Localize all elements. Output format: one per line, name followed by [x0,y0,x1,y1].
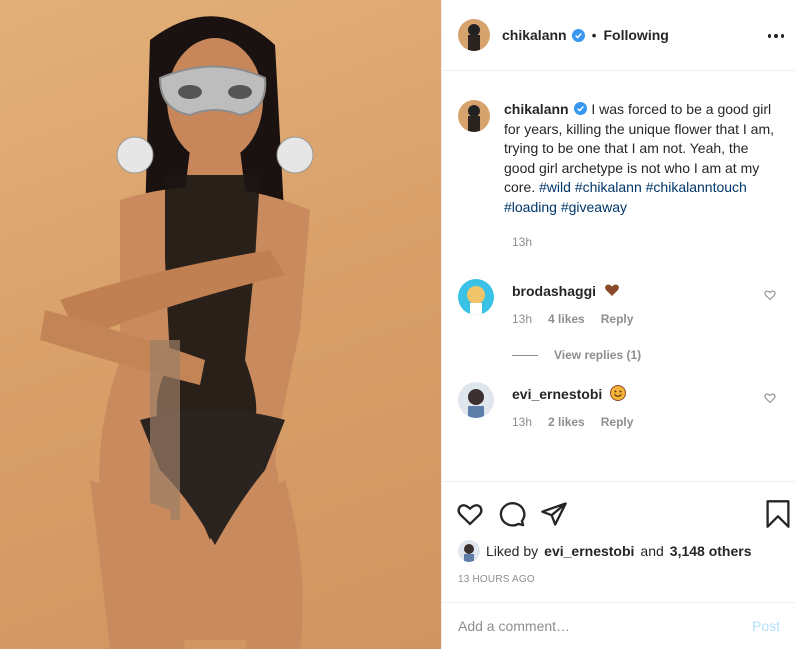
comment-timestamp[interactable]: 13h [512,312,532,326]
liker-avatar[interactable] [458,540,480,562]
comment-timestamp[interactable]: 13h [512,415,532,429]
view-replies-link[interactable]: View replies (1) [512,348,780,362]
comment-like-heart-icon[interactable] [764,289,776,301]
hashtag-link[interactable]: #chikalann [575,179,642,195]
comment-input[interactable] [458,618,752,634]
comment-bubble-icon[interactable] [498,500,526,528]
comment-likes[interactable]: 2 likes [548,415,585,429]
caption-author-avatar[interactable] [458,100,490,132]
commenter-avatar[interactable] [458,382,494,418]
bookmark-icon[interactable] [764,499,792,529]
verified-badge-icon [574,102,588,115]
heart-icon[interactable] [456,500,484,528]
hashtag-link[interactable]: #wild [539,179,571,195]
hashtag-link[interactable]: #giveaway [561,199,627,215]
post-header: chikalann • Following [442,0,795,71]
post-caption: chikalann I was forced to be a good girl… [458,100,780,217]
replies-divider [512,354,538,356]
post-photo[interactable] [0,0,441,649]
post-image [40,16,314,649]
view-replies-label: View replies (1) [554,348,642,362]
comment-username[interactable]: evi_ernestobi [512,386,602,402]
comment-username[interactable]: brodashaggi [512,283,596,299]
liked-by: Liked by evi_ernestobi and 3,148 others [458,540,752,562]
reply-button[interactable]: Reply [601,312,634,326]
following-button[interactable]: Following [604,27,669,43]
liked-by-and: and [640,543,664,559]
hashtag-link[interactable]: #chikalanntouch [646,179,747,195]
post-time-ago[interactable]: 13 HOURS AGO [458,574,535,585]
hashtag-link[interactable]: #loading [504,199,557,215]
caption-timestamp[interactable]: 13h [512,235,532,249]
comment-item: brodashaggi 13h 4 likes Reply [458,279,780,326]
smiling-face-icon [610,385,627,401]
add-comment-bar: Post [442,602,795,649]
post-actions: Liked by evi_ernestobi and 3,148 others … [442,481,795,601]
paper-plane-icon[interactable] [540,500,568,528]
comment-likes[interactable]: 4 likes [548,312,585,326]
more-dots-icon[interactable] [764,24,788,48]
caption-meta: 13h [512,235,780,249]
liked-by-user[interactable]: evi_ernestobi [544,543,634,559]
verified-badge-icon [571,28,585,42]
caption-username[interactable]: chikalann [504,101,569,117]
comments-list[interactable]: chikalann I was forced to be a good girl… [442,72,795,480]
reply-button[interactable]: Reply [601,415,634,429]
post-detail-panel: chikalann • Following chikalann I was fo… [441,0,795,649]
liked-by-others[interactable]: 3,148 others [670,543,752,559]
author-avatar[interactable] [458,19,490,51]
author-username[interactable]: chikalann [502,27,567,43]
follow-separator: • [591,27,597,43]
brown-heart-icon [605,284,619,296]
post-comment-button[interactable]: Post [752,618,780,634]
commenter-avatar[interactable] [458,279,494,315]
comment-item: evi_ernestobi 13h 2 likes Reply [458,382,780,429]
comment-like-heart-icon[interactable] [764,392,776,404]
liked-by-prefix: Liked by [486,543,539,559]
